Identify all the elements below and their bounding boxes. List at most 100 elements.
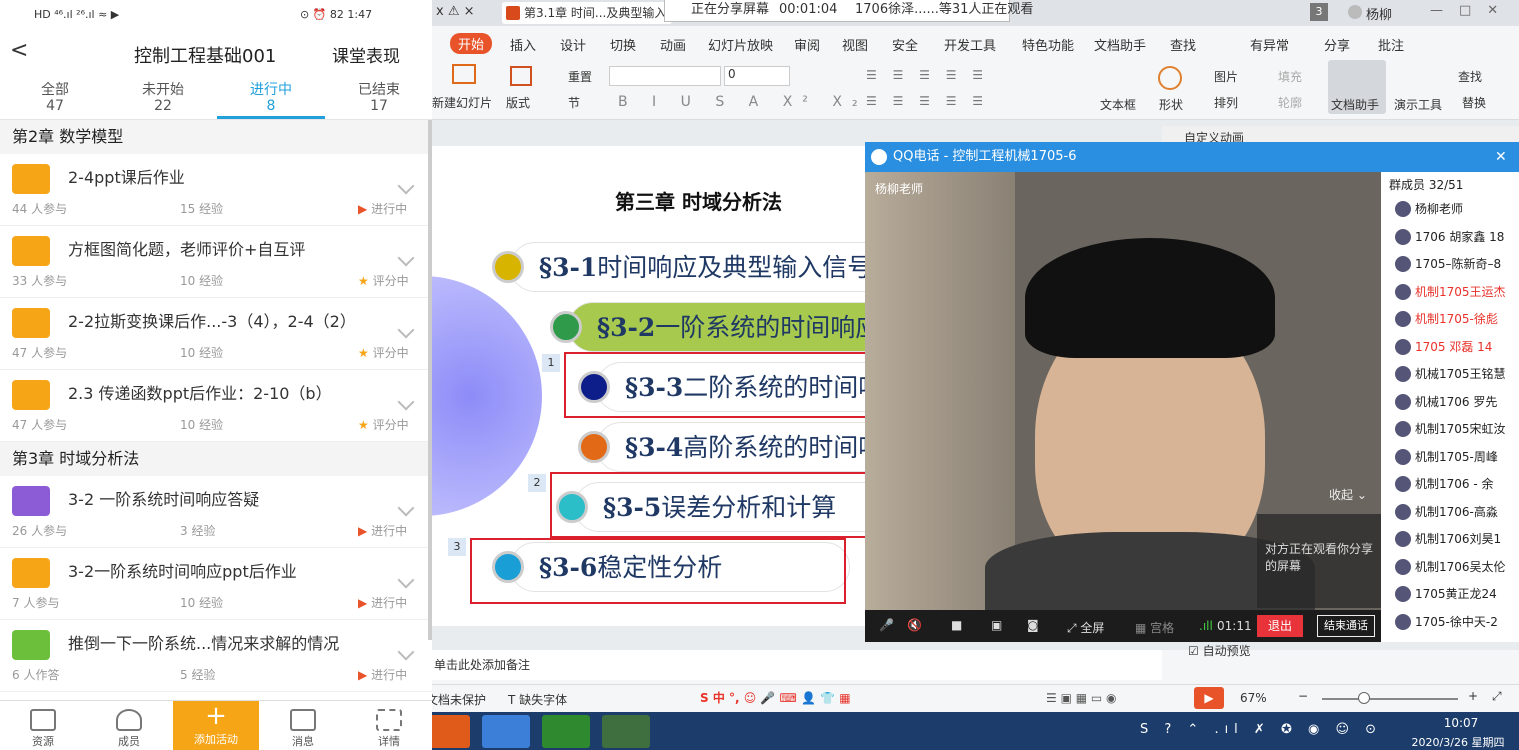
section-button[interactable]: 节 xyxy=(568,94,580,111)
tab-finished[interactable]: 已结束 17 xyxy=(334,82,424,114)
chevron-down-icon[interactable] xyxy=(397,643,415,661)
layout-button[interactable]: 版式 xyxy=(506,94,530,111)
menu-3[interactable]: 切换 xyxy=(610,35,636,54)
end-call-button[interactable]: 结束通话 xyxy=(1317,615,1375,637)
member-name[interactable]: 机械1706 罗先 xyxy=(1415,393,1497,410)
doc-protection-status[interactable]: 文档未保护 xyxy=(432,691,486,708)
activity-item[interactable]: 3-2 一阶系统时间响应答疑 26 人参与 3 经验 ▶ 进行中 xyxy=(0,476,432,548)
font-family-select[interactable] xyxy=(609,66,721,86)
outline-button[interactable]: 轮廓 xyxy=(1278,94,1302,111)
mic-icon[interactable]: 🎤 xyxy=(879,618,894,632)
doc-assistant-button[interactable]: 文档助手 xyxy=(1328,60,1386,114)
menu-1[interactable]: 插入 xyxy=(510,35,536,54)
member-name[interactable]: 机制1706-高淼 xyxy=(1415,503,1498,520)
chevron-down-icon[interactable] xyxy=(397,571,415,589)
notes-area[interactable]: 单击此处添加备注 xyxy=(432,650,1162,680)
class-performance-button[interactable]: 课堂表现 xyxy=(332,42,400,67)
fullscreen-button[interactable]: ⤢ 全屏 xyxy=(1067,619,1104,636)
menu-4[interactable]: 动画 xyxy=(660,35,686,54)
tab-all[interactable]: 全部 47 xyxy=(10,82,100,114)
wps-app-icon[interactable] xyxy=(482,715,530,748)
grid-view-button[interactable]: ▦ 宫格 xyxy=(1135,619,1174,636)
activity-item[interactable]: 2.3 传递函数ppt后作业：2-10（b） 47 人参与 10 经验 ★ 评分中 xyxy=(0,370,432,442)
add-activity-button[interactable]: + 添加活动 xyxy=(173,701,259,750)
animation-box-2[interactable] xyxy=(550,472,902,538)
menu-6[interactable]: 审阅 xyxy=(794,35,820,54)
textbox-button[interactable]: 文本框 xyxy=(1100,96,1136,113)
member-name[interactable]: 机制1705-徐彪 xyxy=(1415,310,1498,327)
paragraph-icons[interactable]: ☰ ☰ ☰ ☰ ☰ xyxy=(866,68,989,82)
chevron-down-icon[interactable] xyxy=(397,393,415,411)
window-controls-icon[interactable]: —□✕ xyxy=(1430,3,1514,18)
avatar[interactable] xyxy=(1348,5,1362,19)
activity-item[interactable]: 推倒一下一阶系统...情况来求解的情况 6 人作答 5 经验 ▶ 进行中 xyxy=(0,620,432,692)
speaker-muted-icon[interactable]: 🔇 xyxy=(907,618,922,632)
menu-8[interactable]: 安全 xyxy=(892,35,918,54)
activity-item[interactable]: 2-4ppt课后作业 44 人参与 15 经验 ▶ 进行中 xyxy=(0,154,432,226)
fit-window-icon[interactable]: ⤢ xyxy=(1492,689,1502,704)
nav-messages[interactable]: 消息 xyxy=(260,701,346,750)
activity-item[interactable]: 3-2一阶系统时间响应ppt后作业 7 人参与 10 经验 ▶ 进行中 xyxy=(0,548,432,620)
screen-share-icon[interactable]: ▣ xyxy=(991,618,1002,632)
align-icons[interactable]: ☰ ☰ ☰ ☰ ☰ xyxy=(866,94,989,108)
format-icons[interactable]: B I U S A X² X₂ xyxy=(618,94,868,110)
close-tab-icon[interactable]: x ⚠ × xyxy=(436,4,475,19)
member-name[interactable]: 机制1706吴太伦 xyxy=(1415,558,1506,575)
zoom-thumb[interactable] xyxy=(1358,692,1370,704)
activity-item[interactable]: 方框图简化题，老师评价+自互评 33 人参与 10 经验 ★ 评分中 xyxy=(0,226,432,298)
missing-font-button[interactable]: T 缺失字体 xyxy=(508,691,567,708)
autopreview-checkbox[interactable]: ☑ 自动预览 xyxy=(1188,642,1251,659)
picture-button[interactable]: 图片 xyxy=(1214,68,1238,85)
member-name[interactable]: 1705黄正龙24 xyxy=(1415,585,1497,602)
menu-15[interactable]: 批注 xyxy=(1378,35,1404,54)
exit-button[interactable]: 退出 xyxy=(1257,615,1303,637)
menu-11[interactable]: 文档助手 xyxy=(1094,35,1146,54)
ime-bar[interactable]: S 中 °, ☺ 🎤 ⌨ 👤 👕 ▦ xyxy=(700,689,851,706)
member-name[interactable]: 1706 胡家鑫 18 xyxy=(1415,228,1504,245)
presentation-tools-button[interactable]: 演示工具 xyxy=(1394,96,1442,113)
chevron-down-icon[interactable] xyxy=(397,499,415,517)
chevron-down-icon[interactable] xyxy=(397,177,415,195)
menu-9[interactable]: 开发工具 xyxy=(944,35,996,54)
collapse-button[interactable]: 收起 ⌄ xyxy=(1329,486,1367,503)
section-item[interactable]: §3-2一阶系统的时间响应 xyxy=(568,302,902,352)
close-icon[interactable]: ✕ xyxy=(1495,142,1507,172)
chevron-down-icon[interactable] xyxy=(397,249,415,267)
menu-7[interactable]: 视图 xyxy=(842,35,868,54)
new-slide-button[interactable]: 新建幻灯片 xyxy=(432,94,492,111)
member-name[interactable]: 机制1706 - 余 xyxy=(1415,475,1494,492)
zoom-in-icon[interactable]: + xyxy=(1468,689,1478,703)
fill-button[interactable]: 填充 xyxy=(1278,68,1302,85)
pdf-app-icon[interactable] xyxy=(432,715,470,748)
menu-14[interactable]: 分享 xyxy=(1324,35,1350,54)
member-name[interactable]: 机制1705宋虹汝 xyxy=(1415,420,1506,437)
member-name[interactable]: 1705 邓磊 14 xyxy=(1415,338,1492,355)
member-name[interactable]: 杨柳老师 xyxy=(1415,200,1463,217)
reset-button[interactable]: 重置 xyxy=(568,68,592,85)
animation-box-3[interactable] xyxy=(470,538,846,604)
nav-members[interactable]: 成员 xyxy=(86,701,172,750)
tool-app-icon[interactable] xyxy=(602,715,650,748)
menu-2[interactable]: 设计 xyxy=(560,35,586,54)
menu-13[interactable]: 有异常 xyxy=(1250,35,1289,54)
play-icon[interactable]: ▶ xyxy=(1194,687,1224,709)
nav-resources[interactable]: 资源 xyxy=(0,701,86,750)
whiteboard-icon[interactable]: ◙ xyxy=(1027,618,1039,632)
tray-icons[interactable]: S ? ⌃ .ıl ✗ ✪ ◉ ☺ ⊙ xyxy=(1140,722,1382,737)
chevron-down-icon[interactable] xyxy=(397,321,415,339)
activity-item[interactable]: 2-2拉斯变换课后作...-3（4），2-4（2） 47 人参与 10 经验 ★ 评分… xyxy=(0,298,432,370)
menu-0[interactable]: 开始 xyxy=(450,33,493,54)
section-item[interactable]: §3-4高阶系统的时间响应 xyxy=(596,422,902,472)
member-name[interactable]: 机制1705-周峰 xyxy=(1415,448,1498,465)
back-icon[interactable]: < xyxy=(10,38,28,63)
section-item[interactable]: §3-1时间响应及典型输入信号 xyxy=(510,242,902,292)
font-size-select[interactable]: 0 xyxy=(724,66,790,86)
animation-box-1[interactable] xyxy=(564,352,902,418)
plus-app-icon[interactable] xyxy=(542,715,590,748)
tab-not-started[interactable]: 未开始 22 xyxy=(118,82,208,114)
member-name[interactable]: 1705–陈新奇–8 xyxy=(1415,255,1501,272)
tab-in-progress[interactable]: 进行中 8 xyxy=(226,82,316,114)
view-icons[interactable]: ☰ ▣ ▦ ▭ ◉ xyxy=(1046,691,1117,705)
menu-10[interactable]: 特色功能 xyxy=(1022,35,1074,54)
replace-button[interactable]: 替换 xyxy=(1462,94,1486,111)
